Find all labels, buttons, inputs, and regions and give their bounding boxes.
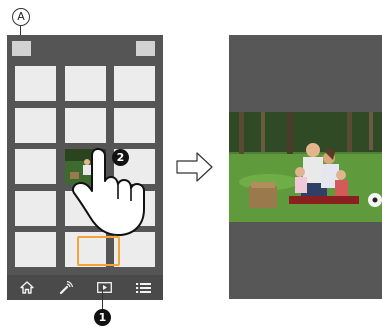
- thumbnail-tile[interactable]: [15, 66, 56, 101]
- thumbnail-tile[interactable]: [15, 107, 56, 143]
- playback-tab[interactable]: [85, 275, 124, 300]
- right-arrow-icon: [176, 152, 213, 182]
- bottom-toolbar: [7, 275, 163, 300]
- tap-hand-icon: [71, 148, 145, 236]
- family-picnic-photo: [229, 112, 382, 222]
- top-right-button[interactable]: [136, 41, 155, 56]
- callout-2: 2: [112, 149, 129, 166]
- callout-1-leader-line: [102, 289, 103, 310]
- home-tab[interactable]: [7, 275, 46, 300]
- thumbnail-tile[interactable]: [64, 107, 106, 143]
- home-icon: [19, 281, 34, 294]
- menu-tab[interactable]: [124, 275, 163, 300]
- remote-tab[interactable]: [46, 275, 85, 300]
- thumbnail-tile[interactable]: [64, 66, 106, 101]
- menu-icon: [136, 282, 151, 293]
- top-left-button[interactable]: [12, 41, 31, 56]
- remote-icon: [59, 280, 73, 294]
- thumbnail-tile[interactable]: [15, 232, 56, 267]
- photo-viewer-screen: [229, 35, 382, 299]
- thumbnail-tile[interactable]: [114, 66, 155, 101]
- playback-icon: [97, 282, 112, 293]
- thumbnail-tile[interactable]: [15, 149, 56, 184]
- callout-1: 1: [94, 309, 111, 326]
- callout-a: A: [12, 8, 30, 26]
- thumbnail-tile[interactable]: [114, 107, 155, 143]
- thumbnail-tile[interactable]: [15, 190, 56, 226]
